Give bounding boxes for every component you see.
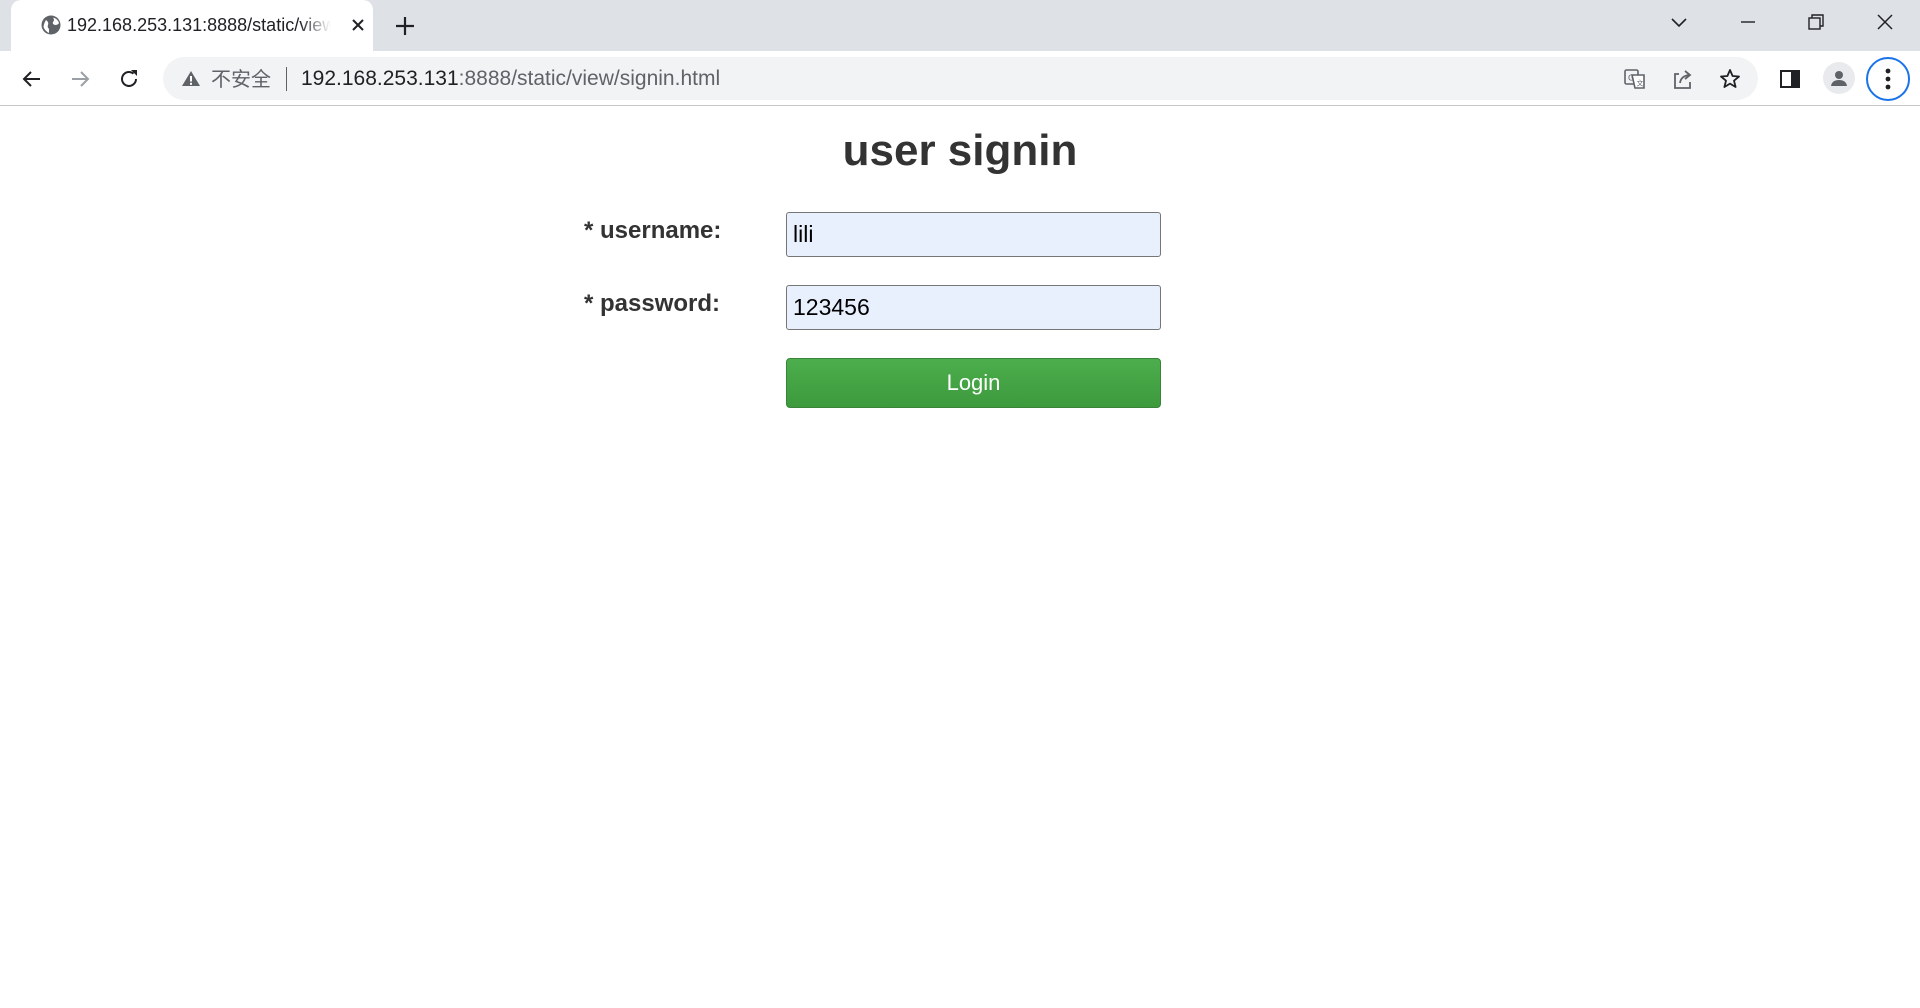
close-window-icon[interactable] bbox=[1850, 0, 1920, 44]
side-panel-icon[interactable] bbox=[1774, 63, 1806, 95]
globe-icon bbox=[40, 14, 62, 36]
browser-tab[interactable]: 192.168.253.131:8888/static/view/signin.… bbox=[11, 0, 373, 51]
bookmark-star-icon[interactable] bbox=[1718, 67, 1742, 91]
username-input[interactable] bbox=[786, 212, 1161, 257]
url-path: :8888/static/view/signin.html bbox=[458, 67, 721, 90]
new-tab-icon[interactable] bbox=[392, 13, 418, 39]
minimize-icon[interactable] bbox=[1713, 0, 1783, 44]
password-label: * password: bbox=[584, 290, 721, 317]
security-label[interactable]: 不安全 bbox=[211, 68, 271, 90]
password-input[interactable] bbox=[786, 285, 1161, 330]
url-host: 192.168.253.131 bbox=[301, 67, 459, 90]
reload-icon[interactable] bbox=[113, 63, 145, 95]
address-bar[interactable]: 不安全 192.168.253.131:8888/static/view/sig… bbox=[163, 57, 1758, 100]
tab-strip: 192.168.253.131:8888/static/view/signin.… bbox=[0, 0, 1920, 51]
forward-icon[interactable] bbox=[64, 63, 96, 95]
login-button[interactable]: Login bbox=[786, 358, 1161, 408]
more-menu-icon[interactable] bbox=[1866, 57, 1910, 101]
tab-search-icon[interactable] bbox=[1644, 0, 1714, 44]
page-title: user signin bbox=[842, 126, 1078, 175]
translate-icon[interactable]: G 文 bbox=[1623, 67, 1647, 91]
browser-toolbar: 不安全 192.168.253.131:8888/static/view/sig… bbox=[0, 51, 1920, 106]
back-icon[interactable] bbox=[16, 63, 48, 95]
url-text[interactable]: 192.168.253.131:8888/static/view/signin.… bbox=[301, 67, 720, 91]
omnibox-divider bbox=[286, 67, 287, 91]
svg-text:文: 文 bbox=[1637, 79, 1644, 88]
share-icon[interactable] bbox=[1671, 67, 1695, 91]
warning-icon[interactable] bbox=[180, 68, 202, 90]
tab-title: 192.168.253.131:8888/static/view/signin.… bbox=[67, 15, 331, 35]
restore-icon[interactable] bbox=[1781, 0, 1851, 44]
close-tab-icon[interactable] bbox=[347, 14, 369, 36]
page-content: user signin * username: * password: Logi… bbox=[0, 107, 1920, 1008]
username-label: * username: bbox=[584, 217, 722, 244]
profile-avatar-icon[interactable] bbox=[1823, 62, 1855, 94]
svg-text:G: G bbox=[1628, 74, 1634, 83]
